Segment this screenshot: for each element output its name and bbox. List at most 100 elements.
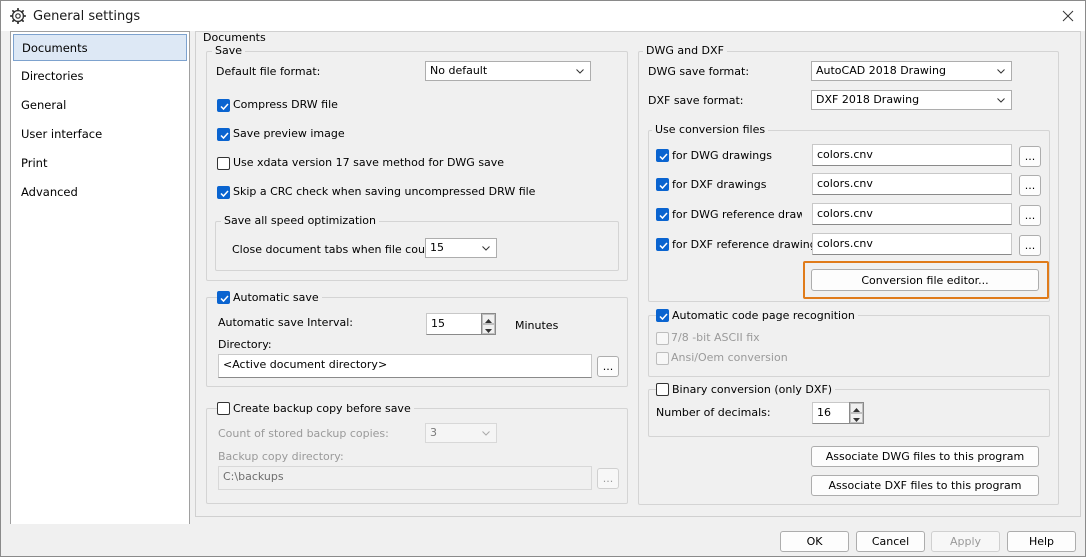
codepage-checkbox[interactable] <box>656 309 669 322</box>
dxf-drawings-checkbox[interactable] <box>656 178 669 191</box>
nav-item-directories[interactable]: Directories <box>13 63 187 90</box>
decimals-stepper[interactable] <box>849 402 864 424</box>
codepage-group <box>648 315 1050 377</box>
interval-unit: Minutes <box>515 319 559 332</box>
conversion-editor-button[interactable]: Conversion file editor... <box>811 269 1039 291</box>
associate-dxf-button[interactable]: Associate DXF files to this program <box>811 475 1039 496</box>
dwg-format-label: DWG save format: <box>648 65 750 78</box>
autosave-browse-button[interactable]: ... <box>597 356 619 377</box>
close-tabs-value: 15 <box>430 241 444 254</box>
chevron-down-icon <box>482 246 490 251</box>
xdata-label: Use xdata version 17 save method for DWG… <box>233 156 505 169</box>
dwg-ref-browse-button[interactable]: ... <box>1019 205 1041 226</box>
nav-item-user-interface[interactable]: User interface <box>13 121 187 148</box>
crc-label: Skip a CRC check when saving uncompresse… <box>233 185 536 198</box>
codepage-title: Automatic code page recognition <box>669 309 858 322</box>
save-group-title: Save <box>212 44 246 57</box>
backup-browse-button[interactable]: ... <box>597 468 619 489</box>
dwg-drawings-file-input[interactable]: colors.cnv <box>812 144 1012 166</box>
dxf-drawings-label: for DXF drawings <box>672 178 767 191</box>
dxf-ref-file-input[interactable]: colors.cnv <box>812 233 1012 255</box>
decimals-label: Number of decimals: <box>656 406 771 419</box>
close-icon[interactable] <box>1060 8 1076 24</box>
dwg-drawings-label: for DWG drawings <box>672 149 772 162</box>
autosave-directory-value: <Active document directory> <box>223 358 388 371</box>
binary-title: Binary conversion (only DXF) <box>669 383 836 396</box>
backup-dir-input[interactable]: C:\backups <box>218 466 592 490</box>
close-tabs-select[interactable]: 15 <box>425 238 497 258</box>
chevron-down-icon <box>997 98 1005 103</box>
dxf-format-label: DXF save format: <box>648 94 744 107</box>
ansi-oem-checkbox[interactable] <box>656 352 669 365</box>
gear-icon <box>10 8 26 24</box>
autosave-title: Automatic save <box>230 291 322 304</box>
dxf-ref-browse-button[interactable]: ... <box>1019 235 1041 256</box>
dwg-drawings-file: colors.cnv <box>817 148 873 161</box>
nav-item-documents[interactable]: Documents <box>13 34 187 61</box>
nav-item-print[interactable]: Print <box>13 150 187 177</box>
backup-title: Create backup copy before save <box>230 402 414 415</box>
dxf-drawings-file: colors.cnv <box>817 177 873 190</box>
ansi-oem-label: Ansi/Oem conversion <box>671 351 788 364</box>
settings-nav: Documents Directories General User inter… <box>10 31 190 526</box>
stepper-up-button[interactable] <box>850 403 863 413</box>
ascii-fix-label: 7/8 -bit ASCII fix <box>671 331 760 344</box>
caret-down-icon <box>853 418 860 422</box>
window-title: General settings <box>33 9 141 24</box>
backup-count-value: 3 <box>430 426 437 439</box>
dxf-format-select[interactable]: DXF 2018 Drawing <box>811 90 1012 110</box>
dxf-ref-file: colors.cnv <box>817 237 873 250</box>
conversion-title: Use conversion files <box>652 123 769 136</box>
autosave-directory-input[interactable]: <Active document directory> <box>218 354 592 378</box>
xdata-checkbox[interactable] <box>217 157 230 170</box>
nav-item-general[interactable]: General <box>13 92 187 119</box>
backup-checkbox[interactable] <box>217 402 230 415</box>
dxf-ref-checkbox[interactable] <box>656 238 669 251</box>
decimals-value: 16 <box>817 406 831 419</box>
dwg-dxf-title: DWG and DXF <box>643 44 727 57</box>
dxf-ref-label: for DXF reference drawings <box>672 238 823 251</box>
dwg-ref-file-input[interactable]: colors.cnv <box>812 203 1012 225</box>
stepper-down-button[interactable] <box>482 324 495 334</box>
binary-checkbox[interactable] <box>656 383 669 396</box>
interval-value: 15 <box>431 317 445 330</box>
title-bar: General settings <box>1 1 1085 31</box>
chevron-down-icon <box>576 69 584 74</box>
ascii-fix-checkbox[interactable] <box>656 332 669 345</box>
dwg-ref-checkbox[interactable] <box>656 208 669 221</box>
close-tabs-label: Close document tabs when file count > <box>232 243 449 256</box>
ok-button[interactable]: OK <box>780 531 849 552</box>
interval-input[interactable]: 15 <box>426 313 482 335</box>
default-format-label: Default file format: <box>216 65 321 78</box>
preview-checkbox[interactable] <box>217 128 230 141</box>
dwg-drawings-checkbox[interactable] <box>656 149 669 162</box>
chevron-down-icon <box>997 69 1005 74</box>
dwg-format-select[interactable]: AutoCAD 2018 Drawing <box>811 61 1012 81</box>
backup-count-select[interactable]: 3 <box>425 423 497 443</box>
dxf-drawings-browse-button[interactable]: ... <box>1019 175 1041 196</box>
default-format-value: No default <box>430 64 488 77</box>
documents-group-title: Documents <box>203 31 266 44</box>
associate-dwg-button[interactable]: Associate DWG files to this program <box>811 446 1039 467</box>
default-format-select[interactable]: No default <box>425 61 591 81</box>
caret-down-icon <box>485 329 492 333</box>
settings-window: General settings Documents Directories G… <box>0 0 1086 557</box>
backup-dir-label: Backup copy directory: <box>218 450 344 463</box>
stepper-up-button[interactable] <box>482 314 495 324</box>
dxf-drawings-file-input[interactable]: colors.cnv <box>812 173 1012 195</box>
help-button[interactable]: Help <box>1007 531 1076 552</box>
compress-checkbox[interactable] <box>217 99 230 112</box>
nav-item-advanced[interactable]: Advanced <box>13 179 187 206</box>
cancel-button[interactable]: Cancel <box>856 531 925 552</box>
apply-button[interactable]: Apply <box>931 531 1000 552</box>
dwg-ref-label: for DWG reference drawings <box>672 208 802 221</box>
interval-stepper[interactable] <box>481 313 496 335</box>
decimals-input[interactable]: 16 <box>812 402 850 424</box>
chevron-down-icon <box>482 431 490 436</box>
stepper-down-button[interactable] <box>850 413 863 423</box>
dwg-ref-file: colors.cnv <box>817 207 873 220</box>
dxf-format-value: DXF 2018 Drawing <box>816 93 920 106</box>
autosave-checkbox[interactable] <box>217 291 230 304</box>
dwg-drawings-browse-button[interactable]: ... <box>1019 146 1041 167</box>
crc-checkbox[interactable] <box>217 186 230 199</box>
